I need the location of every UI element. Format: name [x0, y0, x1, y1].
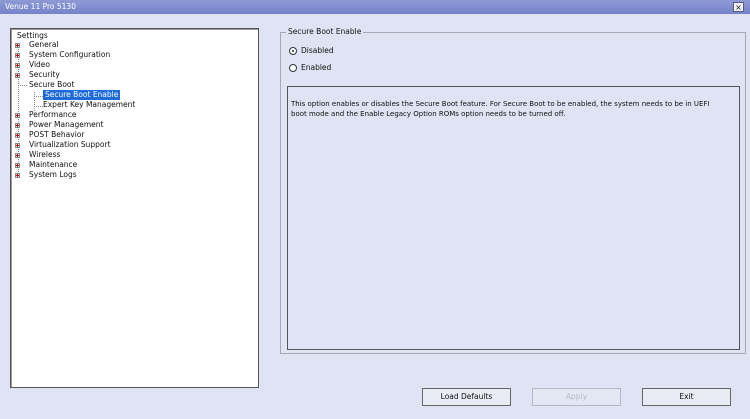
description-box: This option enables or disables the Secu… — [287, 86, 740, 350]
tree-connector-line — [34, 92, 35, 111]
exit-button[interactable]: Exit — [642, 388, 731, 406]
title-bar: Venue 11 Pro 5130 × — [0, 0, 750, 14]
load-defaults-button[interactable]: Load Defaults — [422, 388, 511, 406]
tree-connector-line — [34, 106, 43, 107]
window-title: Venue 11 Pro 5130 — [5, 2, 76, 11]
expand-icon[interactable] — [15, 63, 20, 68]
tree-root-settings[interactable]: Settings — [17, 31, 48, 40]
expand-icon[interactable] — [15, 163, 20, 168]
tree-item-label-selected: Secure Boot Enable — [43, 90, 121, 100]
expand-icon[interactable] — [15, 133, 20, 138]
expand-icon[interactable] — [15, 53, 20, 58]
expand-icon[interactable] — [15, 113, 20, 118]
description-text: This option enables or disables the Secu… — [291, 100, 710, 118]
radio-button[interactable] — [289, 64, 297, 72]
close-icon[interactable]: × — [733, 2, 744, 12]
expand-icon[interactable] — [15, 153, 20, 158]
expand-icon[interactable] — [15, 73, 20, 78]
apply-button[interactable]: Apply — [532, 388, 621, 406]
group-title: Secure Boot Enable — [286, 27, 364, 36]
expand-icon[interactable] — [15, 143, 20, 148]
expand-icon[interactable] — [15, 173, 20, 178]
tree-connector-line — [18, 85, 27, 86]
radio-button-checked[interactable] — [289, 47, 297, 55]
expand-icon[interactable] — [15, 123, 20, 128]
expand-icon[interactable] — [15, 43, 20, 48]
tree-connector-line — [34, 96, 43, 97]
settings-tree: Settings General System Configuration Vi… — [10, 28, 259, 388]
